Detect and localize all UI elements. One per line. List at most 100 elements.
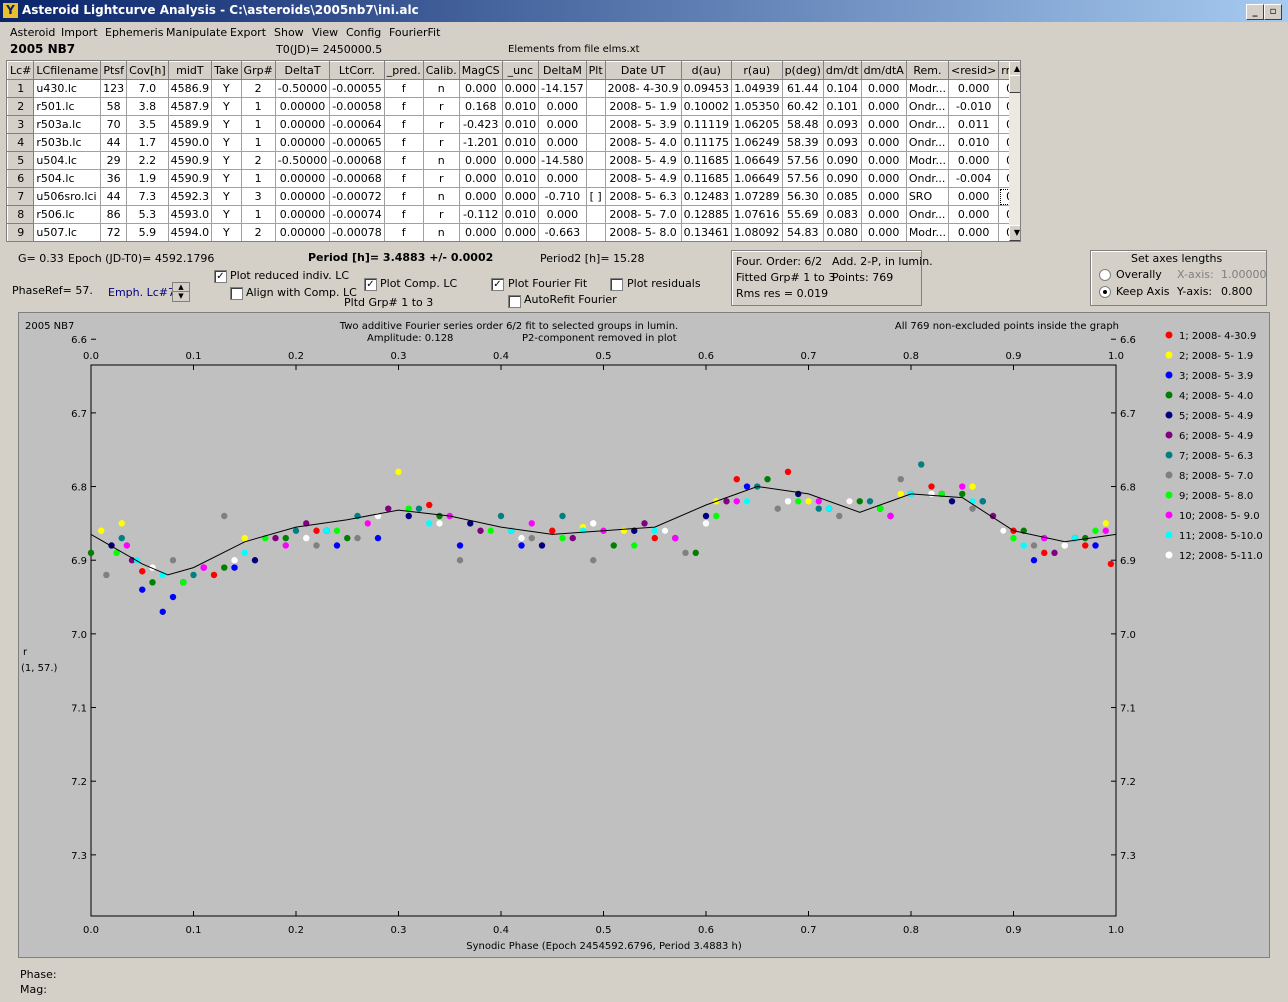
table-cell[interactable]: -14.580 [538,151,587,170]
table-cell[interactable]: 1.7 [126,133,169,152]
table-cell[interactable]: 0.000 [948,151,1000,170]
table-cell[interactable]: 2.2 [126,151,169,170]
table-cell[interactable]: 0.11175 [680,133,733,152]
table-cell[interactable]: 1 [240,97,276,116]
plot-fourier-checkbox[interactable]: ✓ [491,278,504,291]
column-header[interactable]: MagCS [458,61,503,80]
table-cell[interactable]: f [383,205,424,224]
table-cell[interactable]: 0.000 [860,151,907,170]
table-cell[interactable]: n [422,187,460,206]
row-number[interactable]: 8 [7,205,35,224]
table-cell[interactable]: 0.09453 [680,79,733,98]
table-cell[interactable]: 1.05350 [731,97,783,116]
column-header[interactable]: Lc# [7,61,35,80]
table-cell[interactable]: 0.000 [948,187,1000,206]
table-cell[interactable]: -0.00068 [329,169,385,188]
column-header[interactable]: p(deg) [781,61,824,80]
table-cell[interactable]: 1 [240,115,276,134]
plot-reduced-checkbox[interactable]: ✓ [214,270,227,283]
table-cell[interactable]: 0.000 [538,133,587,152]
lightcurve-table[interactable]: Lc# LCfilename Ptsf Cov[h] midT Take Grp# Delta… [6,60,1021,242]
menu-fourierfit[interactable]: FourierFit [389,26,440,39]
table-cell[interactable]: 0.080 [822,223,862,241]
table-cell[interactable]: 2008- 5- 4.9 [604,151,682,170]
table-cell[interactable]: 123 [100,79,128,98]
table-cell[interactable] [585,151,606,170]
table-cell[interactable]: 0.000 [501,223,540,241]
table-cell[interactable]: 0.000 [860,97,907,116]
table-cell[interactable]: -0.50000 [274,79,331,98]
table-cell[interactable]: 0.000 [948,205,1000,224]
table-cell[interactable]: 0.000 [860,223,907,241]
table-cell[interactable]: 0.000 [458,169,503,188]
table-cell[interactable]: 0.13461 [680,223,733,241]
table-cell[interactable]: Y [211,223,242,241]
table-cell[interactable]: 1.08092 [731,223,783,241]
table-cell[interactable]: 0.010 [501,133,540,152]
table-row[interactable]: 1 u430.lc 123 7.0 4586.9 Y 2 -0.50000 -0.00055 f n… [7,79,1020,98]
table-row[interactable]: 5 u504.lc 29 2.2 4590.9 Y 2 -0.50000 -0.00068 f n 0… [7,151,1020,170]
table-cell[interactable]: f [383,115,424,134]
table-cell[interactable]: -1.201 [458,133,503,152]
table-cell[interactable]: 0.101 [822,97,862,116]
table-cell[interactable]: -0.00065 [329,133,385,152]
table-cell[interactable]: -0.50000 [274,151,331,170]
table-cell[interactable]: 58 [100,97,128,116]
table-cell[interactable]: [ ] [585,187,606,206]
table-cell[interactable]: 0.010 [501,205,540,224]
table-cell[interactable]: 58.48 [781,115,824,134]
table-cell[interactable]: -0.00072 [329,187,385,206]
scroll-thumb[interactable] [1009,75,1020,93]
table-cell[interactable]: 29 [100,151,128,170]
table-cell[interactable]: 0.00000 [274,187,331,206]
table-cell[interactable]: 0.00000 [274,97,331,116]
table-vertical-scrollbar[interactable]: ▲ ▼ [1009,61,1020,241]
table-cell[interactable]: 0.000 [538,115,587,134]
table-cell[interactable]: 7.3 [126,187,169,206]
row-number[interactable]: 4 [7,133,35,152]
table-cell[interactable]: r [422,133,460,152]
table-cell[interactable]: 0.011 [948,115,1000,134]
table-cell[interactable]: r [422,97,460,116]
table-cell[interactable]: u507.lc [33,223,102,241]
column-header[interactable]: Date UT [604,61,682,80]
column-header[interactable]: dm/dtA [860,61,907,80]
table-cell[interactable]: 4590.9 [167,169,213,188]
table-cell[interactable]: 0.11119 [680,115,733,134]
column-header[interactable]: _pred. [383,61,424,80]
table-cell[interactable]: 0.00000 [274,169,331,188]
table-cell[interactable]: Y [211,97,242,116]
menu-export[interactable]: Export [230,26,266,39]
menu-import[interactable]: Import [61,26,98,39]
table-cell[interactable]: 0.000 [458,187,503,206]
table-cell[interactable]: 1.06249 [731,133,783,152]
table-cell[interactable]: 1 [240,169,276,188]
table-cell[interactable]: -0.00074 [329,205,385,224]
table-cell[interactable]: 0.11685 [680,169,733,188]
table-cell[interactable]: 0.000 [860,169,907,188]
table-cell[interactable]: 1.07289 [731,187,783,206]
table-cell[interactable]: Ondr... [905,205,950,224]
column-header[interactable]: Take [211,61,242,80]
spin-down-icon[interactable]: ▼ [173,292,189,300]
column-header[interactable]: LCfilename [33,61,102,80]
table-cell[interactable]: 56.30 [781,187,824,206]
xaxis-value[interactable]: 1.00000 [1221,268,1267,281]
column-header[interactable]: Rem. [905,61,950,80]
column-header[interactable]: dm/dt [822,61,862,80]
table-cell[interactable]: f [383,151,424,170]
row-number[interactable]: 5 [7,151,35,170]
table-cell[interactable] [585,223,606,241]
table-cell[interactable]: 0.000 [538,97,587,116]
table-cell[interactable]: 0.000 [501,187,540,206]
table-cell[interactable]: -0.004 [948,169,1000,188]
table-cell[interactable]: 4590.9 [167,151,213,170]
table-cell[interactable]: 5.9 [126,223,169,241]
autorefit-checkbox[interactable] [508,295,521,308]
row-number[interactable]: 6 [7,169,35,188]
table-cell[interactable]: 70 [100,115,128,134]
table-cell[interactable]: 72 [100,223,128,241]
table-cell[interactable]: 0.093 [822,115,862,134]
table-cell[interactable]: 1.9 [126,169,169,188]
table-cell[interactable]: 2008- 5- 4.9 [604,169,682,188]
